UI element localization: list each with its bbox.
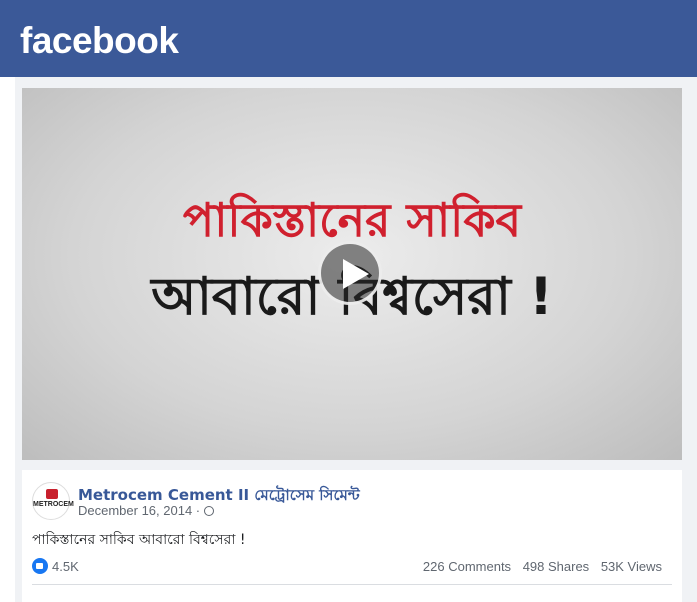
facebook-logo[interactable]: facebook [20, 20, 179, 62]
post-text: পাকিস্তানের সাকিব আবারো বিশ্বসেরা ! [32, 532, 246, 548]
play-button[interactable] [318, 241, 382, 305]
likes-count[interactable]: 4.5K [52, 559, 79, 574]
globe-icon [204, 506, 215, 516]
play-icon [343, 259, 369, 289]
shares-count[interactable]: 498 Shares [523, 559, 590, 574]
post-timestamp[interactable]: December 16, 2014 · [78, 503, 215, 518]
avatar[interactable]: METROCEM [32, 482, 74, 520]
facebook-header: facebook [0, 0, 697, 77]
divider [32, 584, 672, 585]
views-count: 53K Views [600, 559, 662, 574]
like-icon [32, 558, 48, 574]
avatar-text: METROCEM [33, 501, 74, 508]
post-stats: 4.5K 226 Comments 498 Shares 53K Views [32, 558, 672, 578]
engagement-stats: 226 Comments 498 Shares 53K Views [415, 559, 662, 574]
video-player[interactable]: পাকিস্তানের সাকিব আবারো বিশ্বসেরা ! [22, 88, 682, 460]
comments-count[interactable]: 226 Comments [423, 559, 511, 574]
metrocem-logo-icon [46, 489, 58, 499]
post-date-text: December 16, 2014 · [78, 503, 201, 518]
post-card: METROCEM Metrocem Cement II মেট্রোসেম সি… [22, 470, 682, 602]
